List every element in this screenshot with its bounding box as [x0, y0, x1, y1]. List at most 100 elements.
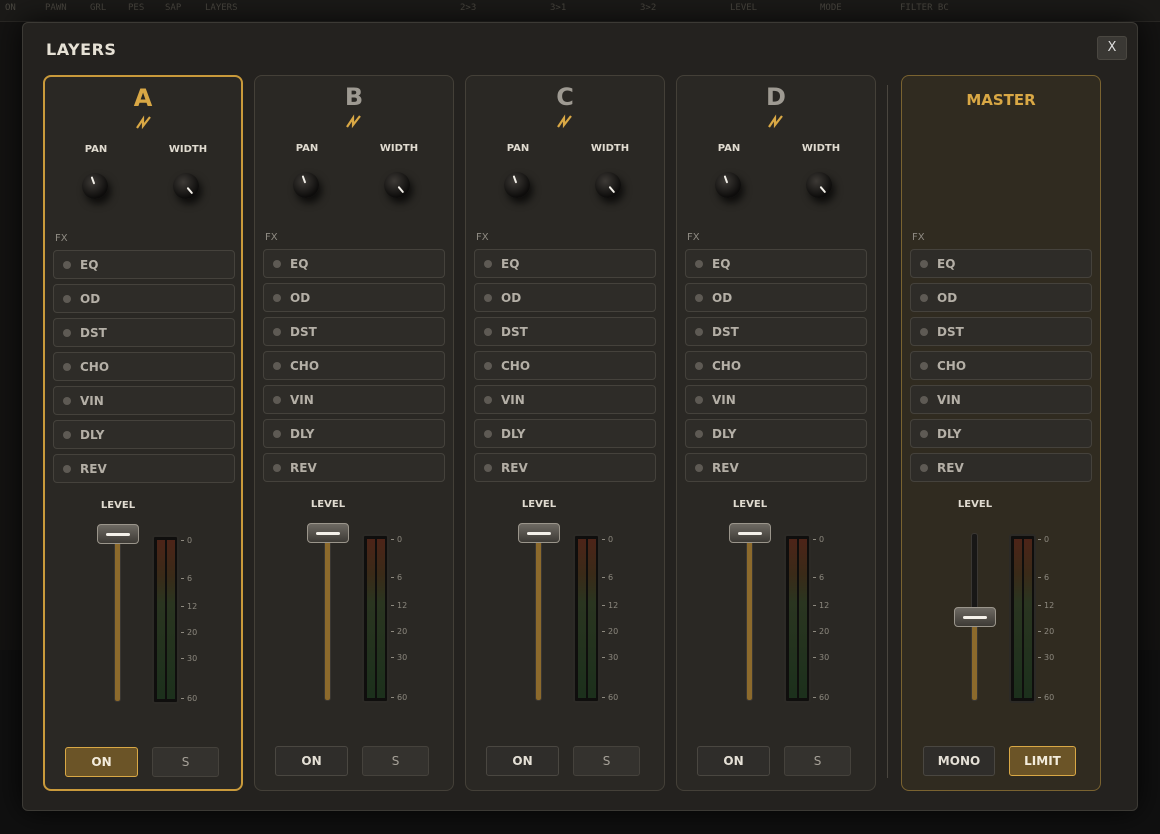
solo-button[interactable]: S — [362, 746, 429, 776]
fx-button-eq[interactable]: EQ — [910, 249, 1092, 278]
level-fader-handle[interactable] — [729, 523, 771, 543]
on-button[interactable]: ON — [275, 746, 348, 776]
background-label: PAWN — [45, 3, 67, 13]
fx-status-led — [273, 294, 281, 302]
background-label: 3>1 — [550, 3, 567, 13]
fx-button-eq[interactable]: EQ — [53, 250, 235, 279]
fx-button-label: EQ — [712, 257, 731, 271]
fx-button-vin[interactable]: VIN — [910, 385, 1092, 414]
fx-button-vin[interactable]: VIN — [53, 386, 235, 415]
width-knob[interactable] — [806, 172, 832, 198]
fx-status-led — [695, 396, 703, 404]
limit-button[interactable]: LIMIT — [1009, 746, 1076, 776]
level-fader-handle[interactable] — [518, 523, 560, 543]
on-button[interactable]: ON — [697, 746, 770, 776]
mono-button[interactable]: MONO — [923, 746, 995, 776]
level-fader-handle[interactable] — [954, 607, 996, 627]
meter-tick-label: 12 — [181, 602, 197, 611]
pan-knob[interactable] — [293, 172, 319, 198]
fx-button-rev[interactable]: REV — [263, 453, 445, 482]
level-fader-track[interactable] — [114, 534, 121, 702]
level-fader-handle[interactable] — [97, 524, 139, 544]
meter-tick-label: 60 — [602, 693, 618, 702]
fx-button-rev[interactable]: REV — [910, 453, 1092, 482]
channel-strip-a[interactable]: A PAN WIDTH FX EQ OD DST CHO VIN DLY REV LEVEL 0 6 12 2… — [43, 75, 243, 791]
fx-button-dst[interactable]: DST — [263, 317, 445, 346]
fx-button-cho[interactable]: CHO — [685, 351, 867, 380]
fx-status-led — [484, 396, 492, 404]
fx-button-dst[interactable]: DST — [910, 317, 1092, 346]
fx-button-cho[interactable]: CHO — [53, 352, 235, 381]
fx-button-label: EQ — [937, 257, 956, 271]
meter-tick-label: 0 — [391, 535, 402, 544]
fx-button-cho[interactable]: CHO — [910, 351, 1092, 380]
fx-button-label: CHO — [290, 359, 320, 373]
pan-knob[interactable] — [82, 173, 108, 199]
link-bolt-icon[interactable] — [555, 114, 575, 130]
fx-button-cho[interactable]: CHO — [263, 351, 445, 380]
width-knob[interactable] — [173, 173, 199, 199]
fx-button-dst[interactable]: DST — [474, 317, 656, 346]
fx-button-dly[interactable]: DLY — [685, 419, 867, 448]
solo-button[interactable]: S — [573, 746, 640, 776]
fx-button-label: VIN — [80, 394, 104, 408]
fx-status-led — [484, 362, 492, 370]
solo-button[interactable]: S — [152, 747, 219, 777]
level-fader-track[interactable] — [324, 533, 331, 701]
meter-tick-label: 30 — [1038, 653, 1054, 662]
channel-strip-d[interactable]: D PAN WIDTH FX EQ OD DST CHO VIN DLY REV LEVEL 0 6 12 2… — [676, 75, 876, 791]
fx-button-vin[interactable]: VIN — [474, 385, 656, 414]
fx-button-dly[interactable]: DLY — [263, 419, 445, 448]
fx-button-dly[interactable]: DLY — [53, 420, 235, 449]
link-bolt-icon[interactable] — [134, 115, 154, 131]
solo-button[interactable]: S — [784, 746, 851, 776]
pan-label: PAN — [84, 144, 108, 155]
channel-strip-b[interactable]: B PAN WIDTH FX EQ OD DST CHO VIN DLY REV LEVEL 0 6 12 2… — [254, 75, 454, 791]
meter-tick-label: 30 — [391, 653, 407, 662]
link-bolt-icon[interactable] — [344, 114, 364, 130]
level-fader-handle[interactable] — [307, 523, 349, 543]
fader-grip — [963, 616, 987, 619]
fx-button-od[interactable]: OD — [910, 283, 1092, 312]
fx-status-led — [920, 328, 928, 336]
close-button[interactable]: X — [1097, 36, 1127, 60]
level-fader-track[interactable] — [746, 533, 753, 701]
level-fader-fill — [115, 535, 120, 701]
fx-button-od[interactable]: OD — [263, 283, 445, 312]
width-knob[interactable] — [384, 172, 410, 198]
fx-button-rev[interactable]: REV — [53, 454, 235, 483]
background-label: MODE — [820, 3, 842, 13]
fx-button-od[interactable]: OD — [53, 284, 235, 313]
fx-button-vin[interactable]: VIN — [263, 385, 445, 414]
width-knob[interactable] — [595, 172, 621, 198]
fx-button-od[interactable]: OD — [685, 283, 867, 312]
fx-button-label: CHO — [501, 359, 531, 373]
fx-button-eq[interactable]: EQ — [474, 249, 656, 278]
meter-tick-label: 20 — [813, 627, 829, 636]
fx-button-od[interactable]: OD — [474, 283, 656, 312]
on-button[interactable]: ON — [486, 746, 559, 776]
fx-button-cho[interactable]: CHO — [474, 351, 656, 380]
meter-tick-label: 6 — [1038, 573, 1049, 582]
fader-grip — [527, 532, 551, 535]
fx-button-dly[interactable]: DLY — [910, 419, 1092, 448]
fx-button-dst[interactable]: DST — [53, 318, 235, 347]
fx-button-label: VIN — [937, 393, 961, 407]
fx-status-led — [63, 261, 71, 269]
fx-label: FX — [687, 232, 700, 243]
on-button[interactable]: ON — [65, 747, 138, 777]
fx-button-eq[interactable]: EQ — [263, 249, 445, 278]
meter-tick-label: 60 — [813, 693, 829, 702]
fx-button-label: VIN — [712, 393, 736, 407]
fx-button-rev[interactable]: REV — [474, 453, 656, 482]
pan-knob[interactable] — [715, 172, 741, 198]
link-bolt-icon[interactable] — [766, 114, 786, 130]
fx-button-dly[interactable]: DLY — [474, 419, 656, 448]
level-fader-track[interactable] — [535, 533, 542, 701]
pan-knob[interactable] — [504, 172, 530, 198]
fx-button-eq[interactable]: EQ — [685, 249, 867, 278]
channel-strip-c[interactable]: C PAN WIDTH FX EQ OD DST CHO VIN DLY REV LEVEL 0 6 12 2… — [465, 75, 665, 791]
fx-button-rev[interactable]: REV — [685, 453, 867, 482]
fx-button-vin[interactable]: VIN — [685, 385, 867, 414]
fx-button-dst[interactable]: DST — [685, 317, 867, 346]
